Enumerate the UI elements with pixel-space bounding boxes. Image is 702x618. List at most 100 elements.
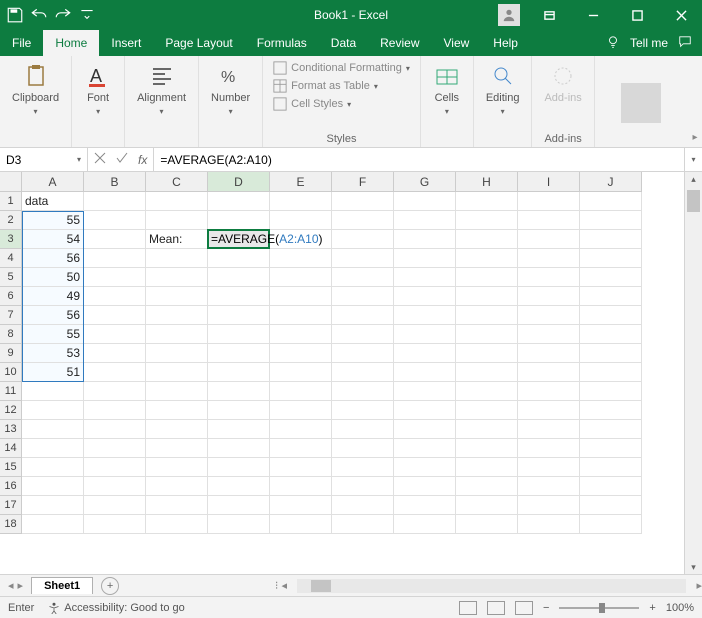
close-button[interactable] (660, 1, 702, 29)
cell-F18[interactable] (332, 515, 394, 534)
cell-C10[interactable] (146, 363, 208, 382)
alignment-button[interactable]: Alignment▾ (133, 60, 190, 120)
tab-data[interactable]: Data (319, 30, 368, 56)
minimize-button[interactable] (572, 1, 614, 29)
column-header-J[interactable]: J (580, 172, 642, 192)
zoom-level[interactable]: 100% (666, 602, 694, 614)
cell-J17[interactable] (580, 496, 642, 515)
row-header-15[interactable]: 15 (0, 458, 22, 477)
cell-C7[interactable] (146, 306, 208, 325)
cell-G11[interactable] (394, 382, 456, 401)
cell-J5[interactable] (580, 268, 642, 287)
cell-I13[interactable] (518, 420, 580, 439)
cell-G16[interactable] (394, 477, 456, 496)
cell-B9[interactable] (84, 344, 146, 363)
cell-G10[interactable] (394, 363, 456, 382)
tab-formulas[interactable]: Formulas (245, 30, 319, 56)
cell-G18[interactable] (394, 515, 456, 534)
cell-J1[interactable] (580, 192, 642, 211)
cell-C1[interactable] (146, 192, 208, 211)
cell-J8[interactable] (580, 325, 642, 344)
cell-A11[interactable] (22, 382, 84, 401)
cell-E7[interactable] (270, 306, 332, 325)
cell-A1[interactable]: data (22, 192, 84, 211)
cell-F11[interactable] (332, 382, 394, 401)
zoom-slider[interactable] (559, 607, 639, 609)
comments-icon[interactable] (678, 35, 692, 52)
cell-G17[interactable] (394, 496, 456, 515)
cell-I6[interactable] (518, 287, 580, 306)
cell-A17[interactable] (22, 496, 84, 515)
select-all-corner[interactable] (0, 172, 22, 192)
cell-J13[interactable] (580, 420, 642, 439)
tell-me-button[interactable]: Tell me (630, 36, 668, 50)
hscroll-thumb[interactable] (311, 580, 331, 592)
cell-E15[interactable] (270, 458, 332, 477)
cell-F5[interactable] (332, 268, 394, 287)
cell-E8[interactable] (270, 325, 332, 344)
cell-I17[interactable] (518, 496, 580, 515)
cell-G6[interactable] (394, 287, 456, 306)
cell-I1[interactable] (518, 192, 580, 211)
cell-C15[interactable] (146, 458, 208, 477)
cell-E18[interactable] (270, 515, 332, 534)
cell-I11[interactable] (518, 382, 580, 401)
cell-F2[interactable] (332, 211, 394, 230)
cell-H15[interactable] (456, 458, 518, 477)
cell-J10[interactable] (580, 363, 642, 382)
row-header-3[interactable]: 3 (0, 230, 22, 249)
cell-F7[interactable] (332, 306, 394, 325)
row-header-18[interactable]: 18 (0, 515, 22, 534)
tab-page-layout[interactable]: Page Layout (153, 30, 244, 56)
cell-C17[interactable] (146, 496, 208, 515)
spreadsheet-grid[interactable]: ABCDEFGHIJ 123456789101112131415161718 d… (0, 172, 702, 574)
column-header-I[interactable]: I (518, 172, 580, 192)
cell-I4[interactable] (518, 249, 580, 268)
cell-I3[interactable] (518, 230, 580, 249)
cell-B8[interactable] (84, 325, 146, 344)
row-header-10[interactable]: 10 (0, 363, 22, 382)
cell-I8[interactable] (518, 325, 580, 344)
cell-I16[interactable] (518, 477, 580, 496)
cell-F8[interactable] (332, 325, 394, 344)
cell-E17[interactable] (270, 496, 332, 515)
cell-D6[interactable] (208, 287, 270, 306)
cell-B17[interactable] (84, 496, 146, 515)
cell-B5[interactable] (84, 268, 146, 287)
formula-input[interactable]: =AVERAGE(A2:A10) (153, 148, 684, 171)
cell-B18[interactable] (84, 515, 146, 534)
cell-B1[interactable] (84, 192, 146, 211)
cell-H6[interactable] (456, 287, 518, 306)
cell-H2[interactable] (456, 211, 518, 230)
format-as-table-button[interactable]: Format as Table▾ (271, 78, 412, 94)
cell-A4[interactable]: 56 (22, 249, 84, 268)
cell-A3[interactable]: 54 (22, 230, 84, 249)
cell-H5[interactable] (456, 268, 518, 287)
cell-I14[interactable] (518, 439, 580, 458)
cell-J18[interactable] (580, 515, 642, 534)
row-header-11[interactable]: 11 (0, 382, 22, 401)
normal-view-button[interactable] (459, 601, 477, 615)
cancel-formula-icon[interactable] (94, 152, 106, 167)
font-button[interactable]: A Font▾ (80, 60, 116, 120)
tellme-bulb-icon[interactable] (606, 35, 620, 52)
cell-D14[interactable] (208, 439, 270, 458)
cell-C3[interactable]: Mean: (146, 230, 208, 249)
cell-I10[interactable] (518, 363, 580, 382)
cell-A6[interactable]: 49 (22, 287, 84, 306)
cell-J7[interactable] (580, 306, 642, 325)
column-header-D[interactable]: D (208, 172, 270, 192)
cell-B4[interactable] (84, 249, 146, 268)
cell-B11[interactable] (84, 382, 146, 401)
cell-D7[interactable] (208, 306, 270, 325)
enter-formula-icon[interactable] (116, 152, 128, 167)
column-header-H[interactable]: H (456, 172, 518, 192)
tab-insert[interactable]: Insert (99, 30, 153, 56)
cell-F10[interactable] (332, 363, 394, 382)
vertical-scrollbar[interactable]: ▴ ▾ (684, 172, 702, 574)
cell-A13[interactable] (22, 420, 84, 439)
cell-H16[interactable] (456, 477, 518, 496)
sheet-next-icon[interactable]: ▸ (18, 579, 24, 592)
row-header-4[interactable]: 4 (0, 249, 22, 268)
cell-C4[interactable] (146, 249, 208, 268)
